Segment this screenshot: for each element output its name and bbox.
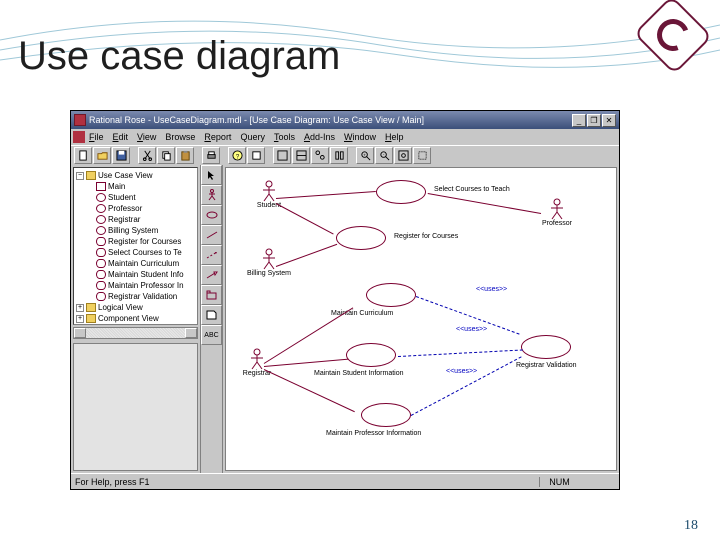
tree-student[interactable]: Student (108, 193, 136, 202)
uc-register-label: Register for Courses (394, 233, 458, 240)
tree-billing[interactable]: Billing System (108, 226, 158, 235)
menu-window[interactable]: Window (344, 132, 376, 142)
uses-label-2: <<uses>> (456, 326, 487, 333)
maximize-button[interactable]: ❐ (587, 114, 601, 127)
menu-view[interactable]: View (137, 132, 156, 142)
app-icon (74, 114, 86, 126)
actor-tool[interactable] (201, 185, 222, 205)
uc-register[interactable] (336, 226, 386, 250)
uc-select-label: Select Courses to Teach (434, 186, 510, 193)
uses-label-3: <<uses>> (446, 368, 477, 375)
mdi-icon (73, 131, 85, 143)
tree-usecase-view[interactable]: Use Case View (98, 171, 153, 180)
menubar: File Edit View Browse Report Query Tools… (71, 129, 619, 145)
note-tool[interactable] (201, 305, 222, 325)
menu-file[interactable]: File (89, 132, 104, 142)
menu-browse[interactable]: Browse (165, 132, 195, 142)
browser-panel: −Use Case View Main Student Professor Re… (71, 165, 201, 473)
cut-button[interactable] (138, 147, 156, 164)
menu-help[interactable]: Help (385, 132, 404, 142)
uses-label-1: <<uses>> (476, 286, 507, 293)
actor-professor[interactable]: Professor (546, 198, 568, 222)
tree-maintain-curr[interactable]: Maintain Curriculum (108, 259, 179, 268)
documentation-panel[interactable] (73, 343, 198, 471)
tree-register[interactable]: Register for Courses (108, 237, 181, 246)
window-title: Rational Rose - UseCaseDiagram.mdl - [Us… (89, 111, 572, 129)
copy-button[interactable] (157, 147, 175, 164)
help-button[interactable]: ? (228, 147, 246, 164)
actor-professor-label: Professor (542, 220, 572, 227)
actor-student[interactable]: Student (258, 180, 280, 204)
statusbar: For Help, press F1 NUM (71, 473, 619, 489)
uc-maintain-stud-label: Maintain Student Information (314, 370, 404, 377)
svg-text:+: + (363, 152, 366, 157)
svg-text:?: ? (235, 153, 239, 160)
tree-registrar-val[interactable]: Registrar Validation (108, 292, 177, 301)
view1-button[interactable] (273, 147, 291, 164)
view2-button[interactable] (292, 147, 310, 164)
toolbar: ? + - (71, 145, 619, 165)
zoom-sel-button[interactable] (413, 147, 431, 164)
uc-maintain-prof-label: Maintain Professor Information (326, 430, 421, 437)
uc-maintain-curr[interactable] (366, 283, 416, 307)
tree-registrar[interactable]: Registrar (108, 215, 140, 224)
tree-hscroll[interactable] (73, 327, 198, 339)
tree-maintain-prof[interactable]: Maintain Professor In (108, 281, 184, 290)
model-tree[interactable]: −Use Case View Main Student Professor Re… (73, 167, 198, 325)
pointer-tool[interactable] (201, 165, 222, 185)
uc-registrar-val[interactable] (521, 335, 571, 359)
titlebar: Rational Rose - UseCaseDiagram.mdl - [Us… (71, 111, 619, 129)
save-button[interactable] (112, 147, 130, 164)
menu-tools[interactable]: Tools (274, 132, 295, 142)
browse-class-button[interactable] (247, 147, 265, 164)
status-num: NUM (539, 477, 579, 487)
new-button[interactable] (74, 147, 92, 164)
zoom-out-button[interactable]: - (375, 147, 393, 164)
tool-palette: ABC (201, 165, 223, 473)
paste-button[interactable] (176, 147, 194, 164)
uc-maintain-stud[interactable] (346, 343, 396, 367)
tree-professor[interactable]: Professor (108, 204, 142, 213)
tree-logical[interactable]: Logical View (98, 303, 143, 312)
print-button[interactable] (202, 147, 220, 164)
tree-component[interactable]: Component View (98, 314, 159, 323)
menu-addins[interactable]: Add-Ins (304, 132, 335, 142)
view3-button[interactable] (311, 147, 329, 164)
tree-main[interactable]: Main (108, 182, 125, 191)
text-tool[interactable]: ABC (201, 325, 222, 345)
zoom-fit-button[interactable] (394, 147, 412, 164)
menu-report[interactable]: Report (204, 132, 231, 142)
page-number: 18 (684, 518, 698, 534)
uc-registrar-val-label: Registrar Validation (516, 362, 577, 369)
uc-maintain-prof[interactable] (361, 403, 411, 427)
slide-title: Use case diagram (18, 34, 340, 79)
dep-tool[interactable] (201, 245, 222, 265)
menu-edit[interactable]: Edit (113, 132, 129, 142)
close-button[interactable]: ✕ (602, 114, 616, 127)
gen-tool[interactable] (201, 265, 222, 285)
tree-select[interactable]: Select Courses to Te (108, 248, 182, 257)
usecase-tool[interactable] (201, 205, 222, 225)
package-tool[interactable] (201, 285, 222, 305)
view4-button[interactable] (330, 147, 348, 164)
rational-rose-window: Rational Rose - UseCaseDiagram.mdl - [Us… (70, 110, 620, 490)
minimize-button[interactable]: _ (572, 114, 586, 127)
open-button[interactable] (93, 147, 111, 164)
assoc-tool[interactable] (201, 225, 222, 245)
uc-select-courses[interactable] (376, 180, 426, 204)
zoom-in-button[interactable]: + (356, 147, 374, 164)
tree-maintain-stud[interactable]: Maintain Student Info (108, 270, 184, 279)
menu-query[interactable]: Query (240, 132, 265, 142)
diagram-canvas[interactable]: Student Billing System Registrar Profess… (225, 167, 617, 471)
status-help-text: For Help, press F1 (71, 477, 539, 487)
actor-billing-label: Billing System (247, 270, 291, 277)
university-logo (644, 8, 702, 62)
actor-billing[interactable]: Billing System (258, 248, 280, 272)
